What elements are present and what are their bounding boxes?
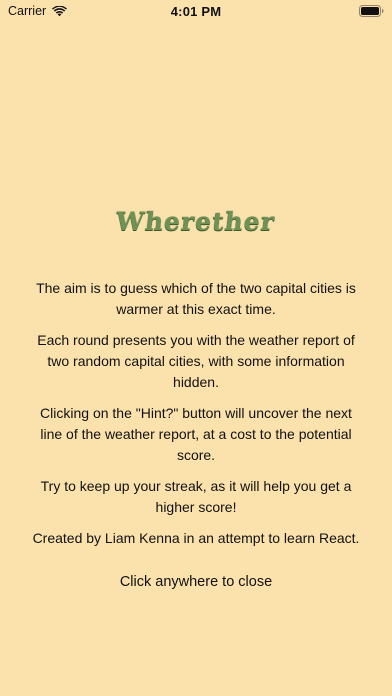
status-time: 4:01 PM [170,3,222,19]
about-paragraph-round: Each round presents you with the weather… [37,332,355,390]
about-paragraph-aim: The aim is to guess which of the two cap… [36,280,356,317]
about-paragraph-streak: Try to keep up your streak, as it will h… [40,478,352,515]
about-paragraph-hint: Clicking on the "Hint?" button will unco… [40,405,352,463]
wifi-icon [52,5,68,17]
about-paragraph-credits: Created by Liam Kenna in an attempt to l… [32,530,360,546]
status-bar: Carrier 4:01 PM [0,0,392,22]
app-logo: Wherether [114,207,277,236]
status-right [359,0,384,22]
close-hint[interactable]: Click anywhere to close [0,572,392,592]
about-text: The aim is to guess which of the two cap… [31,278,361,549]
status-left: Carrier [8,0,68,22]
about-overlay[interactable]: Wherether The aim is to guess which of t… [0,205,392,592]
carrier-label: Carrier [8,4,47,18]
battery-icon [359,5,384,17]
